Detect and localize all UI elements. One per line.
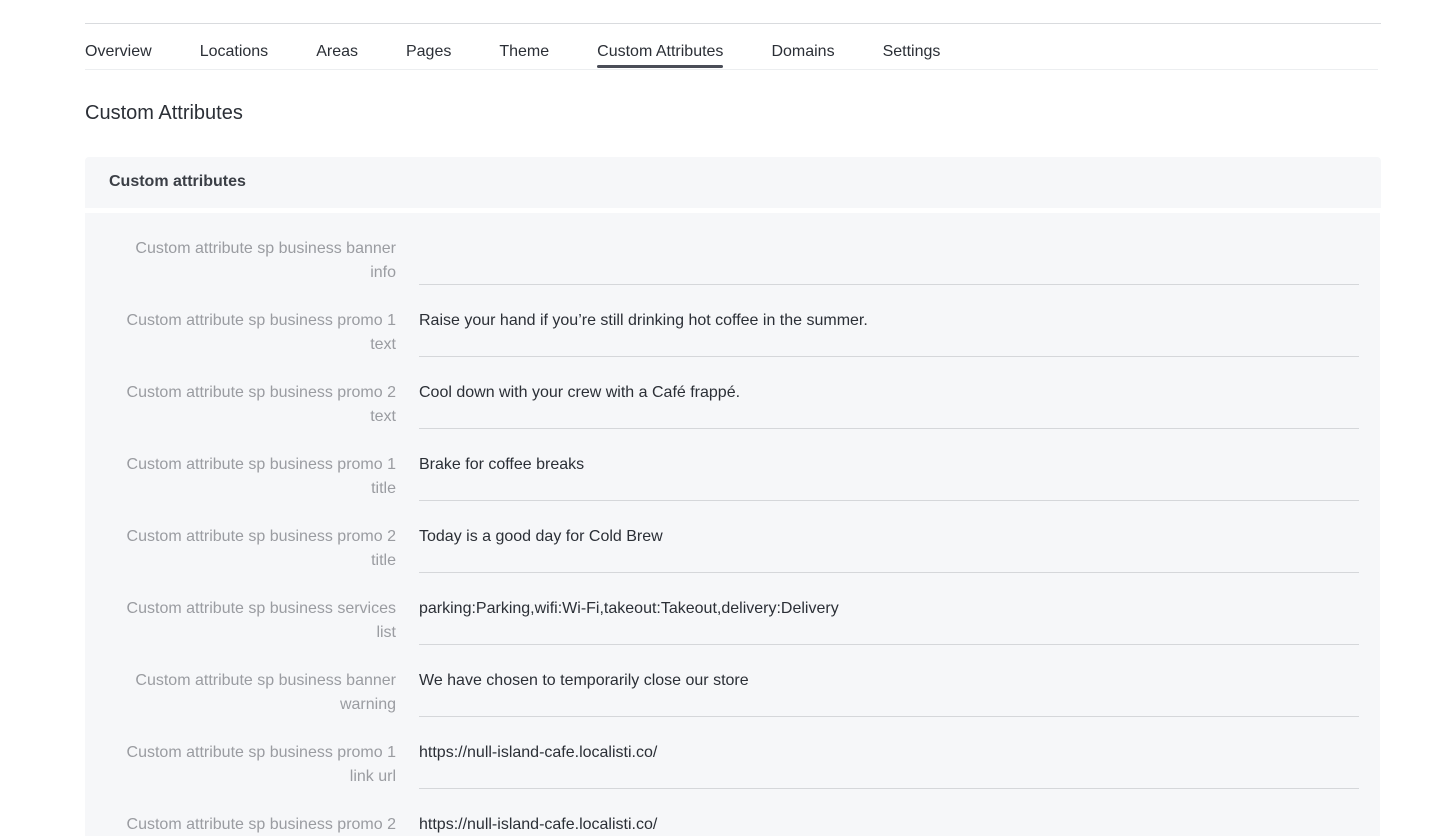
tab-overview[interactable]: Overview (85, 40, 152, 69)
attribute-value-field[interactable]: https://null-island-cafe.localisti.co/ (419, 741, 1359, 789)
page-title: Custom Attributes (85, 102, 243, 124)
attribute-row: Custom attribute sp business promo 1 lin… (85, 717, 1380, 789)
attribute-row: Custom attribute sp business banner info (85, 213, 1380, 285)
card-header: Custom attributes (85, 157, 1381, 208)
attribute-value-field[interactable]: We have chosen to temporarily close our … (419, 669, 1359, 717)
attribute-value-field[interactable]: Brake for coffee breaks (419, 453, 1359, 501)
top-divider (85, 23, 1381, 24)
attribute-value-field[interactable]: Cool down with your crew with a Café fra… (419, 381, 1359, 429)
tab-bar: Overview Locations Areas Pages Theme Cus… (85, 40, 1378, 70)
attribute-value-field[interactable] (419, 237, 1359, 285)
attribute-row: Custom attribute sp business promo 1 tit… (85, 429, 1380, 501)
attribute-label: Custom attribute sp business banner info (135, 240, 396, 281)
tab-custom-attributes[interactable]: Custom Attributes (597, 40, 724, 69)
card-title: Custom attributes (109, 173, 246, 190)
attribute-label: Custom attribute sp business promo 2 (126, 816, 396, 833)
attribute-value-field[interactable]: Today is a good day for Cold Brew (419, 525, 1359, 573)
attribute-row: Custom attribute sp business promo 2 tex… (85, 357, 1380, 429)
attribute-label: Custom attribute sp business promo 1 lin… (126, 744, 396, 785)
attribute-value-field[interactable]: https://null-island-cafe.localisti.co/ (419, 813, 1359, 836)
attribute-row: Custom attribute sp business promo 2 tit… (85, 501, 1380, 573)
attribute-label: Custom attribute sp business promo 2 tit… (126, 528, 396, 569)
attribute-label: Custom attribute sp business banner warn… (135, 672, 396, 713)
tab-domains[interactable]: Domains (771, 40, 834, 69)
attribute-row: Custom attribute sp business promo 2 htt… (85, 789, 1380, 836)
attributes-form: Custom attribute sp business banner info… (85, 213, 1380, 836)
tab-locations[interactable]: Locations (200, 40, 269, 69)
tab-theme[interactable]: Theme (499, 40, 549, 69)
tab-settings[interactable]: Settings (883, 40, 941, 69)
attribute-label: Custom attribute sp business promo 1 tex… (126, 312, 396, 353)
attribute-row: Custom attribute sp business banner warn… (85, 645, 1380, 717)
tab-areas[interactable]: Areas (316, 40, 358, 69)
attribute-row: Custom attribute sp business services li… (85, 573, 1380, 645)
attribute-row: Custom attribute sp business promo 1 tex… (85, 285, 1380, 357)
attribute-value-field[interactable]: parking:Parking,wifi:Wi-Fi,takeout:Takeo… (419, 597, 1359, 645)
page: Overview Locations Areas Pages Theme Cus… (0, 0, 1447, 836)
attribute-label: Custom attribute sp business promo 1 tit… (126, 456, 396, 497)
tab-pages[interactable]: Pages (406, 40, 451, 69)
attribute-label: Custom attribute sp business services li… (126, 600, 396, 641)
attribute-value-field[interactable]: Raise your hand if you’re still drinking… (419, 309, 1359, 357)
attribute-label: Custom attribute sp business promo 2 tex… (126, 384, 396, 425)
